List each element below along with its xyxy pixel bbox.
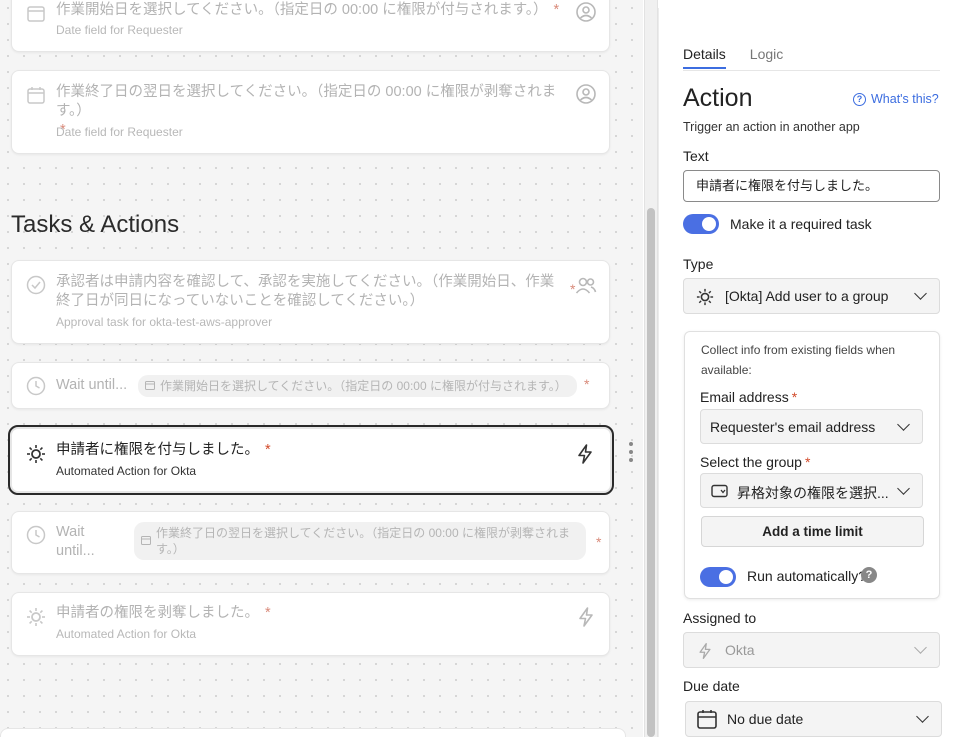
scrollbar-thumb[interactable] bbox=[647, 208, 655, 737]
collect-info-description: Collect info from existing fields when a… bbox=[701, 343, 896, 377]
action-subtitle: Automated Action for Okta bbox=[56, 464, 197, 478]
add-time-limit-button[interactable]: Add a time limit bbox=[701, 516, 924, 547]
due-date-value: No due date bbox=[727, 711, 804, 727]
date-reference-chip: 作業終了日の翌日を選択してください。（指定日の 00:00 に権限が剥奪されます… bbox=[134, 522, 586, 560]
text-label: Text bbox=[683, 148, 709, 164]
email-label: Email address * bbox=[700, 389, 798, 405]
panel-tabs: Details Logic bbox=[683, 46, 783, 69]
chevron-down-icon bbox=[916, 710, 929, 723]
tabs-divider bbox=[683, 70, 940, 71]
assigned-to-value: Okta bbox=[725, 642, 755, 658]
chevron-down-icon bbox=[914, 287, 927, 300]
whats-this-link[interactable]: ? What's this? bbox=[853, 92, 939, 106]
panel-description: Trigger an action in another app bbox=[683, 120, 860, 134]
type-select-value: [Okta] Add user to a group bbox=[725, 288, 889, 304]
type-select[interactable]: [Okta] Add user to a group bbox=[683, 278, 940, 314]
email-select[interactable]: Requester's email address bbox=[700, 409, 923, 444]
form-canvas: 作業開始日を選択してください。（指定日の 00:00 に権限が付与されます。） *… bbox=[0, 0, 643, 737]
tab-details[interactable]: Details bbox=[683, 46, 726, 69]
calendar-icon bbox=[145, 381, 155, 390]
approval-task-title: 承認者は申請内容を確認して、承認を実施してください。（作業開始日、作業終了日が同… bbox=[56, 274, 555, 309]
wait-until-label: Wait until... bbox=[56, 377, 128, 393]
collect-info-box: Collect info from existing fields when a… bbox=[684, 331, 940, 599]
chevron-down-icon bbox=[897, 481, 910, 495]
date-field-card-start[interactable]: 作業開始日を選択してください。（指定日の 00:00 に権限が付与されます。） *… bbox=[11, 0, 610, 52]
text-input[interactable]: 申請者に権限を付与しました。 bbox=[683, 170, 940, 202]
automated-action-card[interactable]: 申請者の権限を剥奪しました。 * Automated Action for Okt… bbox=[11, 592, 610, 656]
run-automatically-toggle[interactable] bbox=[700, 567, 736, 587]
wait-until-card-start[interactable]: Wait until... 作業開始日を選択してください。（指定日の 00:00… bbox=[11, 362, 610, 409]
date-field-subtitle: Date field for Requester bbox=[56, 23, 183, 37]
check-circle-icon bbox=[26, 275, 46, 295]
calendar-icon bbox=[27, 6, 45, 22]
okta-sunburst-icon bbox=[27, 608, 45, 626]
action-title: 申請者に権限を付与しました。 * bbox=[56, 442, 271, 458]
required-mark: * bbox=[596, 534, 602, 550]
dropdown-field-icon bbox=[711, 484, 728, 498]
automated-action-card-selected[interactable]: 申請者に権限を付与しました。 * Automated Action for Okt… bbox=[8, 425, 614, 495]
details-panel: Details Logic Action ? What's this? Trig… bbox=[658, 8, 960, 737]
type-label: Type bbox=[683, 256, 714, 272]
assigned-to-select[interactable]: Okta bbox=[683, 632, 940, 668]
run-automatically-label: Run automatically? bbox=[747, 568, 867, 584]
okta-sunburst-icon bbox=[696, 288, 714, 306]
date-reference-chip: 作業開始日を選択してください。（指定日の 00:00 に権限が付与されます。） bbox=[138, 375, 577, 397]
chevron-down-icon bbox=[914, 641, 927, 654]
date-field-subtitle: Date field for Requester bbox=[56, 125, 183, 139]
date-field-card-end[interactable]: 作業終了日の翌日を選択してください。（指定日の 00:00 に権限が剥奪されます… bbox=[11, 70, 610, 154]
due-date-select[interactable]: No due date bbox=[685, 701, 942, 737]
clock-icon bbox=[26, 525, 46, 545]
user-circle-icon bbox=[576, 2, 596, 22]
required-task-label: Make it a required task bbox=[730, 216, 872, 232]
help-icon: ? bbox=[853, 92, 866, 106]
section-title: Tasks & Actions bbox=[11, 211, 180, 238]
kebab-menu-icon[interactable] bbox=[628, 442, 634, 462]
approval-task-card[interactable]: 承認者は申請内容を確認して、承認を実施してください。（作業開始日、作業終了日が同… bbox=[11, 260, 610, 344]
approval-task-subtitle: Approval task for okta-test-aws-approver bbox=[56, 315, 273, 329]
required-mark: * bbox=[584, 376, 590, 392]
email-select-value: Requester's email address bbox=[710, 419, 876, 435]
tab-logic[interactable]: Logic bbox=[750, 46, 783, 69]
next-section-card bbox=[0, 728, 626, 737]
action-title: 申請者の権限を剥奪しました。 * bbox=[56, 605, 271, 621]
wait-until-card-end[interactable]: Wait until... 作業終了日の翌日を選択してください。（指定日の 00:… bbox=[11, 511, 610, 574]
clock-icon bbox=[26, 376, 46, 396]
calendar-icon bbox=[141, 536, 151, 545]
lightning-icon bbox=[699, 642, 711, 660]
help-icon[interactable]: ? bbox=[861, 567, 877, 583]
lightning-icon bbox=[579, 607, 593, 627]
users-icon bbox=[575, 277, 597, 294]
assigned-to-label: Assigned to bbox=[683, 610, 757, 626]
group-select-value: 昇格対象の権限を選択... bbox=[737, 485, 889, 501]
chevron-down-icon bbox=[897, 417, 910, 431]
action-subtitle: Automated Action for Okta bbox=[56, 627, 197, 641]
required-task-toggle[interactable] bbox=[683, 214, 719, 234]
date-field-title: 作業開始日を選択してください。（指定日の 00:00 に権限が付与されます。） * bbox=[56, 2, 560, 18]
group-select[interactable]: 昇格対象の権限を選択... bbox=[700, 473, 923, 508]
group-label: Select the group * bbox=[700, 454, 811, 470]
wait-until-label: Wait until... bbox=[56, 524, 95, 559]
user-circle-icon bbox=[576, 84, 596, 104]
calendar-icon bbox=[697, 710, 717, 729]
lightning-icon bbox=[578, 444, 592, 464]
calendar-icon bbox=[27, 87, 45, 104]
okta-sunburst-icon bbox=[27, 445, 45, 463]
due-date-label: Due date bbox=[683, 678, 740, 694]
panel-title: Action bbox=[683, 84, 753, 112]
